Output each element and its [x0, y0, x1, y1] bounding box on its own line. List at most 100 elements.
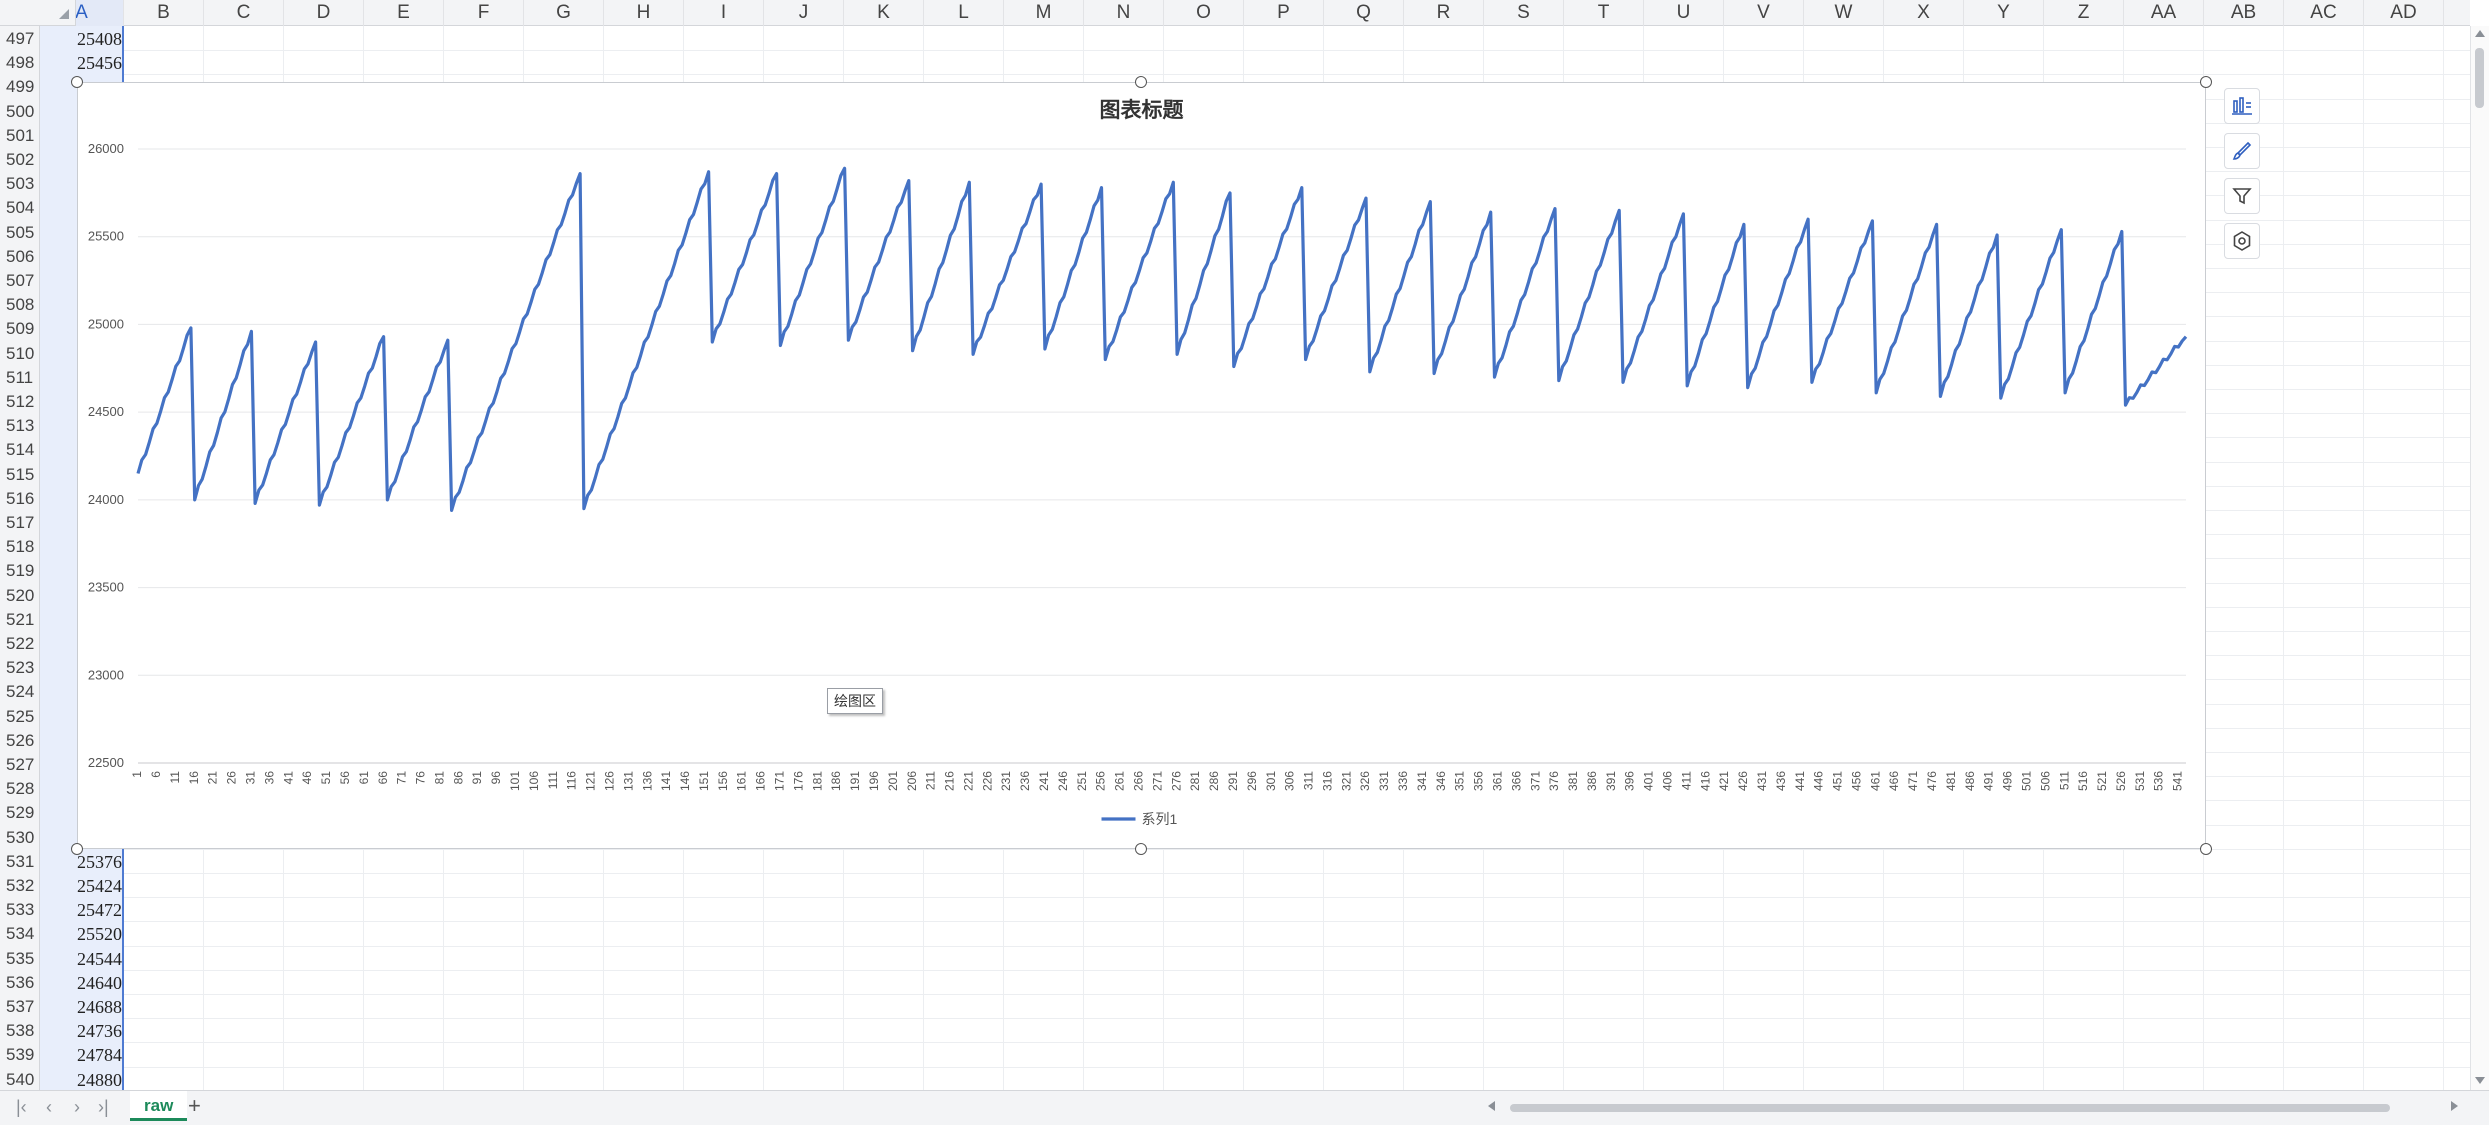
- column-header-j[interactable]: J: [764, 0, 844, 26]
- row-header[interactable]: 536: [0, 971, 40, 995]
- select-all-corner[interactable]: [0, 0, 76, 26]
- resize-handle-bottom[interactable]: [1135, 843, 1147, 855]
- column-header-ad[interactable]: AD: [2364, 0, 2444, 26]
- chart-filter-button[interactable]: [2224, 178, 2260, 214]
- row-header[interactable]: 502: [0, 148, 40, 172]
- row-header[interactable]: 513: [0, 414, 40, 438]
- column-header-r[interactable]: R: [1404, 0, 1484, 26]
- row-header[interactable]: 511: [0, 366, 40, 390]
- cell-a-value[interactable]: 25472: [44, 898, 122, 922]
- resize-handle-top-right[interactable]: [2200, 76, 2212, 88]
- column-header-g[interactable]: G: [524, 0, 604, 26]
- horizontal-scrollbar[interactable]: [1480, 1099, 2460, 1117]
- column-header-ac[interactable]: AC: [2284, 0, 2364, 26]
- row-header[interactable]: 509: [0, 317, 40, 341]
- column-header-l[interactable]: L: [924, 0, 1004, 26]
- row-header[interactable]: 524: [0, 680, 40, 704]
- column-header-aa[interactable]: AA: [2124, 0, 2204, 26]
- row-header[interactable]: 499: [0, 75, 40, 99]
- row-header[interactable]: 537: [0, 995, 40, 1019]
- row-header[interactable]: 526: [0, 729, 40, 753]
- line-chart[interactable]: 图表标题 22500 23000 23500 24000 24500 25000 25500 2…: [78, 83, 2205, 848]
- column-header-c[interactable]: C: [204, 0, 284, 26]
- row-header[interactable]: 505: [0, 221, 40, 245]
- row-header[interactable]: 533: [0, 898, 40, 922]
- row-header[interactable]: 532: [0, 874, 40, 898]
- column-header-q[interactable]: Q: [1324, 0, 1404, 26]
- column-header-p[interactable]: P: [1244, 0, 1324, 26]
- column-header-i[interactable]: I: [684, 0, 764, 26]
- row-header[interactable]: 507: [0, 269, 40, 293]
- row-header[interactable]: 535: [0, 947, 40, 971]
- sheet-tab-raw[interactable]: raw: [130, 1091, 188, 1121]
- last-sheet-icon[interactable]: ›|: [98, 1097, 109, 1118]
- column-header-x[interactable]: X: [1884, 0, 1964, 26]
- next-sheet-icon[interactable]: ›: [74, 1097, 80, 1118]
- column-header-t[interactable]: T: [1564, 0, 1644, 26]
- chart-elements-button[interactable]: [2224, 88, 2260, 124]
- row-header[interactable]: 500: [0, 100, 40, 124]
- column-header-d[interactable]: D: [284, 0, 364, 26]
- chart-object[interactable]: 图表标题 22500 23000 23500 24000 24500 25000 25500 2…: [77, 82, 2206, 849]
- cell-a-value[interactable]: 24544: [44, 947, 122, 971]
- row-header[interactable]: 498: [0, 51, 40, 75]
- column-header-n[interactable]: N: [1084, 0, 1164, 26]
- cell-a-value[interactable]: 25456: [44, 51, 122, 75]
- column-header-y[interactable]: Y: [1964, 0, 2044, 26]
- cell-a-value[interactable]: 25376: [44, 850, 122, 874]
- row-header[interactable]: 512: [0, 390, 40, 414]
- column-header-h[interactable]: H: [604, 0, 684, 26]
- row-header[interactable]: 523: [0, 656, 40, 680]
- vertical-scroll-thumb[interactable]: [2475, 48, 2484, 108]
- cell-a-value[interactable]: 25408: [44, 27, 122, 51]
- row-header[interactable]: 506: [0, 245, 40, 269]
- row-header[interactable]: 525: [0, 705, 40, 729]
- row-header[interactable]: 516: [0, 487, 40, 511]
- row-header[interactable]: 510: [0, 342, 40, 366]
- first-sheet-icon[interactable]: |‹: [16, 1097, 27, 1118]
- row-header[interactable]: 534: [0, 922, 40, 946]
- row-header[interactable]: 514: [0, 438, 40, 462]
- resize-handle-top[interactable]: [1135, 76, 1147, 88]
- row-header[interactable]: 518: [0, 535, 40, 559]
- scroll-up-arrow-icon[interactable]: [2475, 30, 2485, 37]
- cell-a-value[interactable]: 24784: [44, 1043, 122, 1067]
- row-header[interactable]: 501: [0, 124, 40, 148]
- column-header-e[interactable]: E: [364, 0, 444, 26]
- row-header[interactable]: 508: [0, 293, 40, 317]
- column-headers[interactable]: A B C D E F G H I J K L M N O P Q R S T U V W X Y Z AA AB AC AD: [0, 0, 2470, 26]
- horizontal-scroll-thumb[interactable]: [1510, 1104, 2390, 1112]
- scroll-down-arrow-icon[interactable]: [2475, 1077, 2485, 1084]
- row-header[interactable]: 527: [0, 753, 40, 777]
- column-header-z[interactable]: Z: [2044, 0, 2124, 26]
- column-header-o[interactable]: O: [1164, 0, 1244, 26]
- prev-sheet-icon[interactable]: ‹: [46, 1097, 52, 1118]
- cell-a-value[interactable]: 24640: [44, 971, 122, 995]
- row-header[interactable]: 517: [0, 511, 40, 535]
- cell-a-value[interactable]: 25520: [44, 922, 122, 946]
- column-header-v[interactable]: V: [1724, 0, 1804, 26]
- row-header[interactable]: 497: [0, 27, 40, 51]
- column-header-u[interactable]: U: [1644, 0, 1724, 26]
- scroll-left-arrow-icon[interactable]: [1488, 1101, 1495, 1111]
- column-header-s[interactable]: S: [1484, 0, 1564, 26]
- scroll-right-arrow-icon[interactable]: [2451, 1101, 2458, 1111]
- column-header-m[interactable]: M: [1004, 0, 1084, 26]
- row-header[interactable]: 521: [0, 608, 40, 632]
- row-header[interactable]: 515: [0, 463, 40, 487]
- chart-style-button[interactable]: [2224, 133, 2260, 169]
- row-header[interactable]: 528: [0, 777, 40, 801]
- row-header[interactable]: 503: [0, 172, 40, 196]
- row-header[interactable]: 519: [0, 559, 40, 583]
- cell-a-value[interactable]: 24688: [44, 995, 122, 1019]
- vertical-scrollbar[interactable]: [2470, 26, 2489, 1090]
- resize-handle-top-left[interactable]: [71, 76, 83, 88]
- column-header-k[interactable]: K: [844, 0, 924, 26]
- column-header-w[interactable]: W: [1804, 0, 1884, 26]
- cell-a-value[interactable]: 24736: [44, 1019, 122, 1043]
- row-header[interactable]: 529: [0, 801, 40, 825]
- row-header[interactable]: 522: [0, 632, 40, 656]
- resize-handle-bottom-right[interactable]: [2200, 843, 2212, 855]
- column-header-b[interactable]: B: [124, 0, 204, 26]
- row-header[interactable]: 520: [0, 584, 40, 608]
